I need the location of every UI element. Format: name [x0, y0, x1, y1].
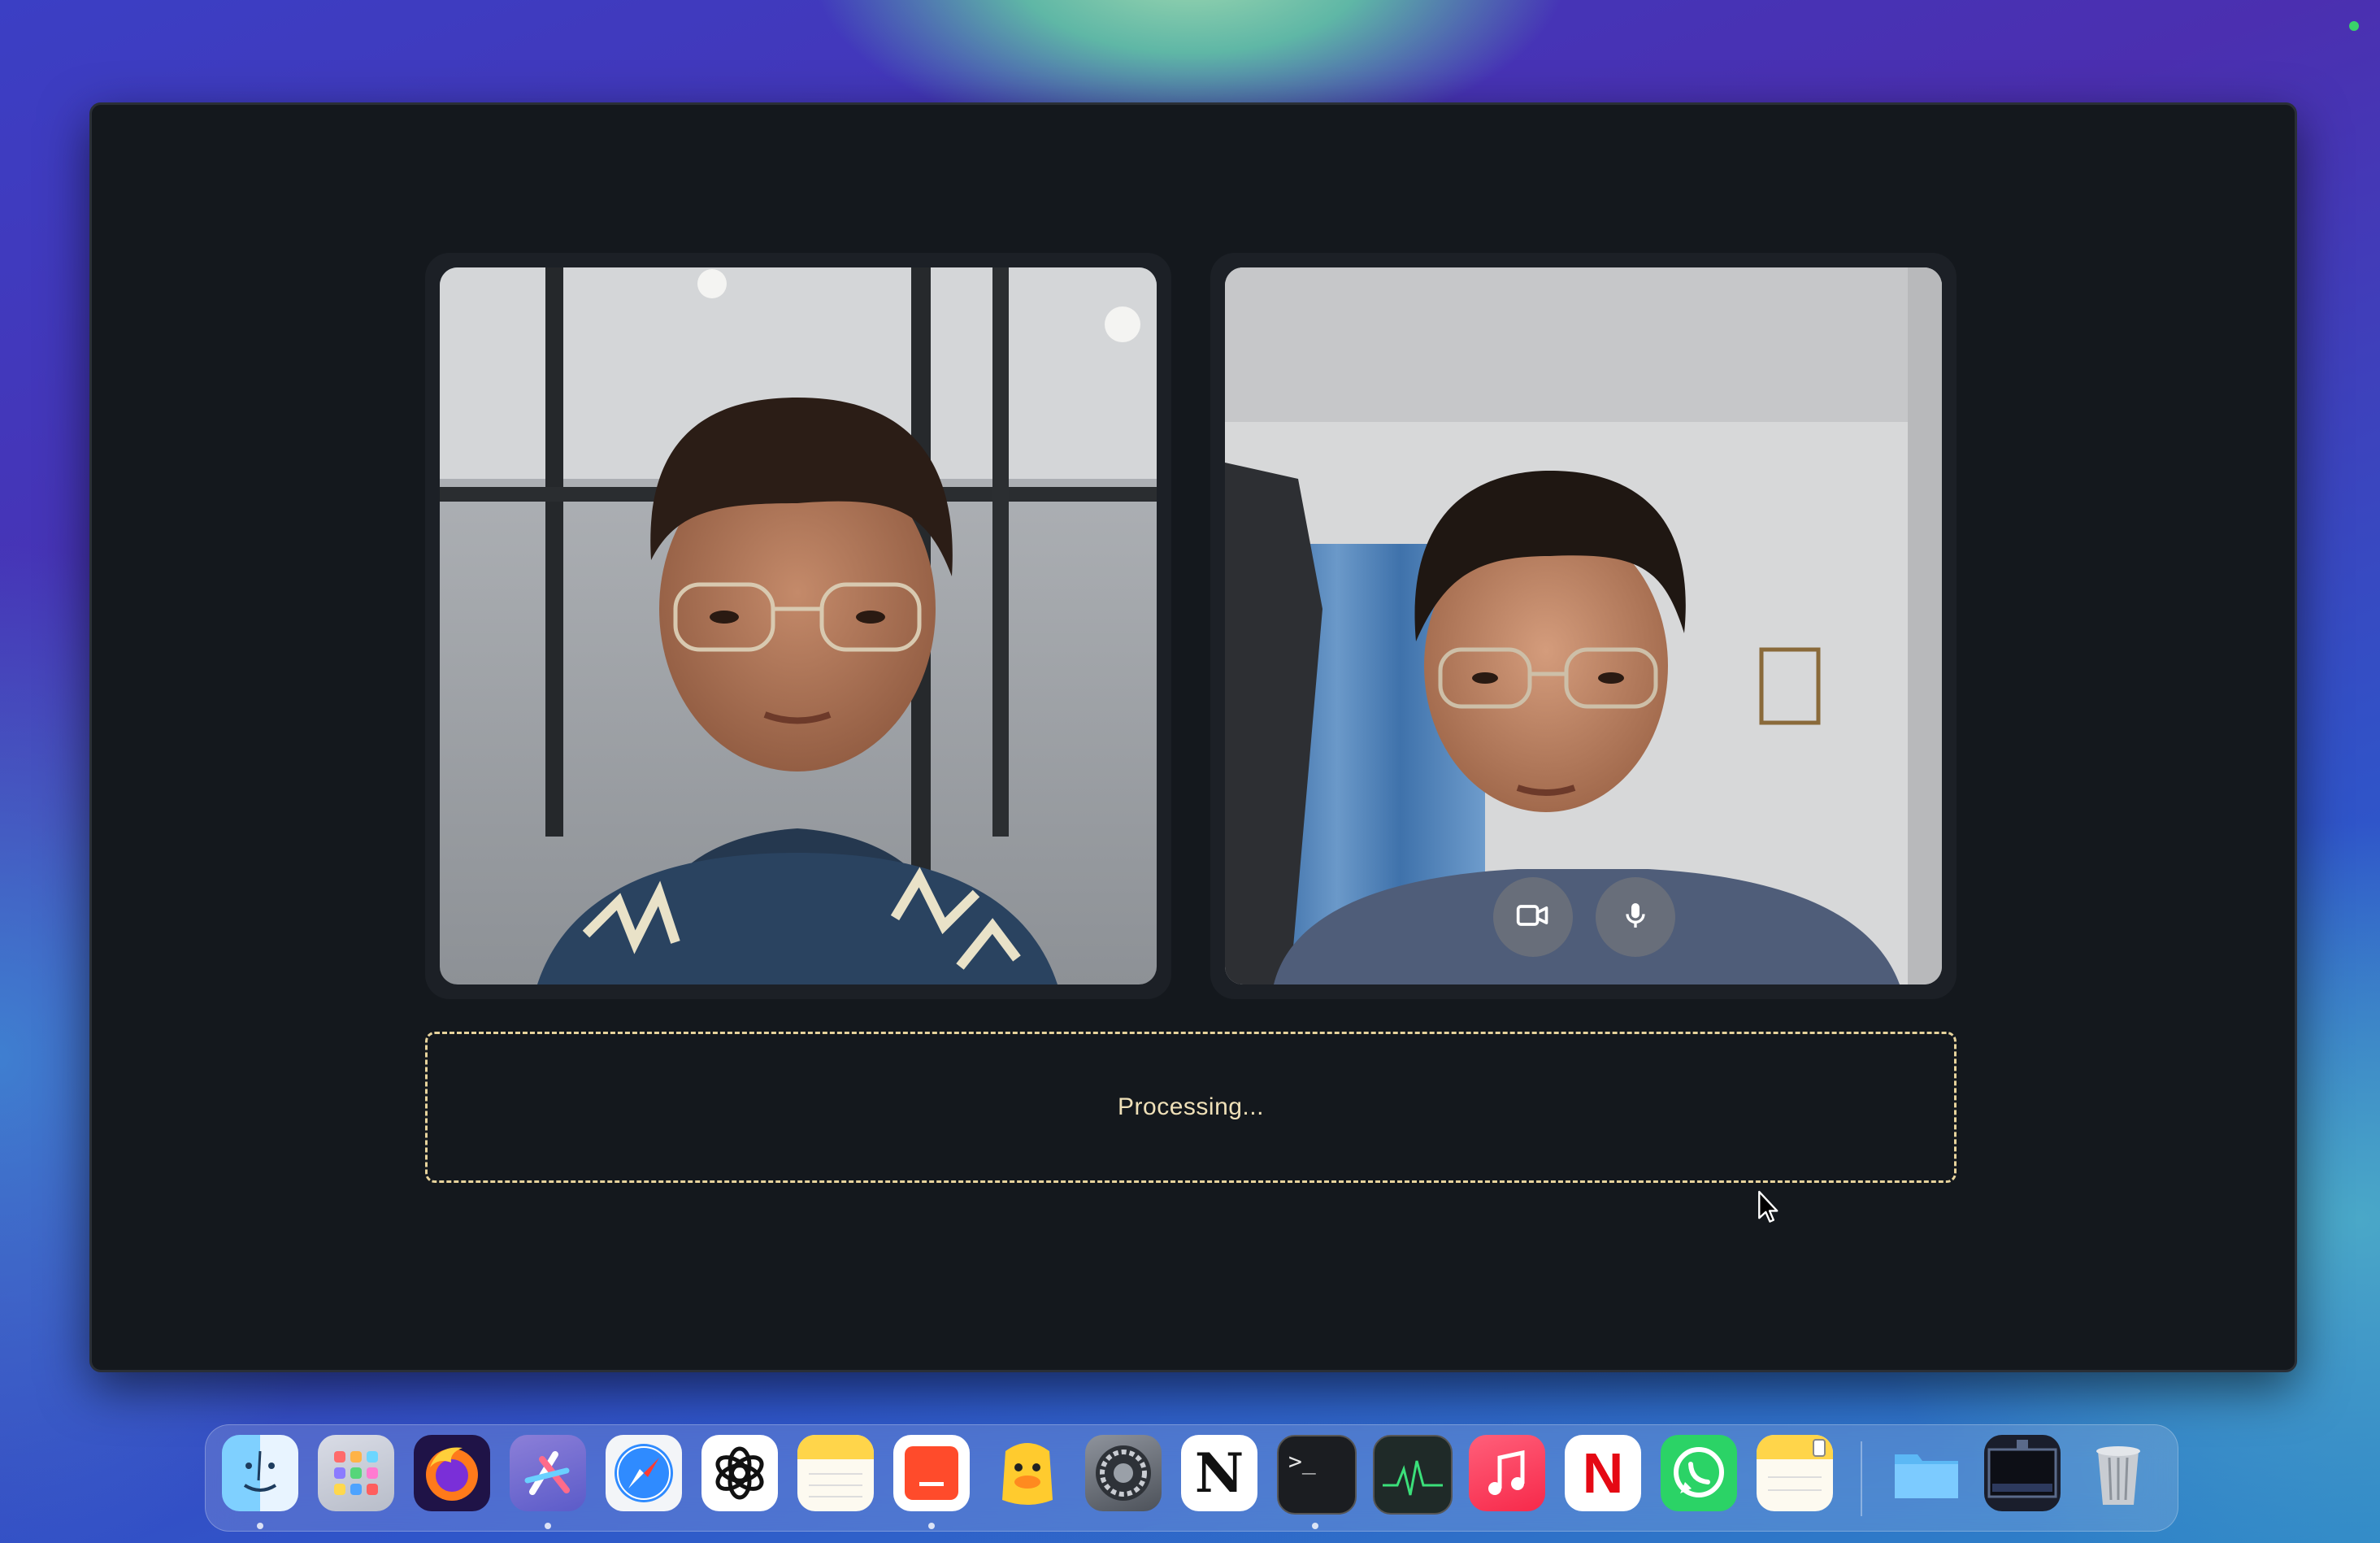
processing-status-text: Processing...: [1118, 1093, 1264, 1120]
music-icon: [1488, 1450, 1525, 1495]
dock-chatgpt[interactable]: [701, 1435, 778, 1511]
dock-notes-2[interactable]: [1757, 1435, 1833, 1511]
netflix-icon: N: [1582, 1441, 1624, 1505]
trash-icon: [2096, 1446, 2140, 1505]
dock-folder[interactable]: [1888, 1435, 1965, 1511]
finder-icon: [243, 1450, 277, 1492]
slides-icon: [905, 1446, 958, 1500]
dock-xcode[interactable]: [510, 1435, 586, 1511]
screen-icon: [1987, 1440, 2057, 1498]
local-video-frame: [440, 267, 1157, 984]
processing-dropzone: Processing...: [425, 1032, 1957, 1183]
dock-separator: [1861, 1441, 1862, 1516]
launchpad-icon: [334, 1451, 378, 1495]
local-video-tile: [425, 253, 1171, 999]
notes-icon: [1757, 1435, 1833, 1491]
dock-notes[interactable]: [797, 1435, 874, 1511]
dock-firefox[interactable]: [414, 1435, 490, 1511]
remote-video-tile: [1210, 253, 1957, 999]
finder-running-dot: [257, 1523, 263, 1529]
activity-monitor-icon: [1383, 1460, 1443, 1496]
dock-safari[interactable]: [606, 1435, 682, 1511]
dock-activity-monitor[interactable]: [1373, 1435, 1453, 1515]
whatsapp-icon: [1674, 1447, 1724, 1497]
slides-running-dot: [928, 1523, 935, 1529]
remote-video-frame: [1225, 267, 1942, 984]
local-video-feed: [440, 267, 1157, 984]
terminal-running-dot: [1312, 1523, 1318, 1529]
dock-terminal[interactable]: >_: [1277, 1435, 1357, 1515]
status-indicator-dot: [2349, 21, 2359, 31]
dock: N >_ N: [205, 1424, 2178, 1532]
dock-netflix[interactable]: N: [1565, 1435, 1641, 1511]
dock-screen-recording[interactable]: [1984, 1435, 2061, 1511]
dock-slides[interactable]: [893, 1435, 970, 1511]
firefox-icon: [426, 1447, 478, 1501]
app-window: Processing...: [89, 102, 2297, 1372]
xcode-running-dot: [545, 1523, 551, 1529]
duck-icon: [1002, 1443, 1053, 1505]
settings-icon: [1096, 1445, 1151, 1501]
safari-icon: [615, 1444, 673, 1502]
dock-trash[interactable]: [2080, 1435, 2156, 1511]
microphone-toggle-button[interactable]: [1596, 877, 1675, 957]
dock-music[interactable]: [1469, 1435, 1545, 1511]
video-camera-icon: [1515, 898, 1551, 937]
dock-whatsapp[interactable]: [1661, 1435, 1737, 1511]
camera-toggle-button[interactable]: [1493, 877, 1573, 957]
dock-cyberduck[interactable]: [989, 1435, 1066, 1511]
dock-notion[interactable]: N: [1181, 1435, 1257, 1511]
terminal-icon: >_: [1288, 1448, 1316, 1475]
chatgpt-icon: [715, 1446, 764, 1500]
folder-icon: [1895, 1454, 1958, 1498]
xcode-icon: [524, 1451, 570, 1495]
dock-system-settings[interactable]: [1085, 1435, 1162, 1511]
mouse-cursor-icon: [1757, 1189, 1781, 1229]
remote-video-feed: [1225, 267, 1942, 984]
notes-icon: [797, 1435, 874, 1497]
microphone-icon: [1619, 899, 1652, 936]
dock-finder[interactable]: [222, 1435, 298, 1511]
dock-launchpad[interactable]: [318, 1435, 394, 1511]
notion-icon: N: [1194, 1441, 1244, 1505]
